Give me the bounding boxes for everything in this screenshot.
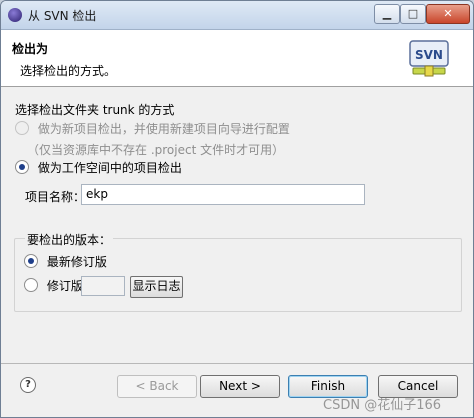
version-group <box>14 238 462 312</box>
radio-specific-revision-label[interactable]: 修订版 <box>47 279 83 293</box>
radio-specific-revision[interactable]: 修订版 <box>24 278 83 294</box>
checkout-method-label: 选择检出文件夹 trunk 的方式 <box>15 103 175 117</box>
radio-workspace-project[interactable]: 做为工作空间中的项目检出 <box>15 160 182 176</box>
radio-latest-revision-label[interactable]: 最新修订版 <box>47 255 107 269</box>
eclipse-app-icon <box>8 8 22 22</box>
help-icon[interactable]: ? <box>20 377 36 393</box>
radio-latest-revision-button[interactable] <box>24 254 38 268</box>
watermark: CSDN @花仙子166 <box>323 398 442 413</box>
close-button[interactable]: ✕ <box>426 4 470 24</box>
svn-logo-text: SVN <box>415 48 443 62</box>
next-button[interactable]: Next > <box>200 375 280 398</box>
new-project-note: （仅当资源库中不存在 .project 文件时才可用） <box>27 143 285 157</box>
minimize-button[interactable]: ▁ <box>374 4 400 24</box>
button-bar-divider <box>1 363 473 364</box>
back-button[interactable]: < Back <box>117 375 197 398</box>
radio-new-project: 做为新项目检出，并使用新建项目向导进行配置 <box>15 121 290 137</box>
version-group-label: 要检出的版本： <box>25 231 114 248</box>
project-name-label: 项目名称： <box>25 190 86 204</box>
revision-input[interactable] <box>81 276 125 296</box>
radio-workspace-project-label[interactable]: 做为工作空间中的项目检出 <box>38 161 182 175</box>
wizard-content: 选择检出文件夹 trunk 的方式 做为新项目检出，并使用新建项目向导进行配置 … <box>1 87 473 363</box>
window-title: 从 SVN 检出 <box>28 9 97 23</box>
project-name-input[interactable]: ekp <box>81 184 365 205</box>
page-description: 选择检出的方式。 <box>20 64 117 78</box>
svn-logo-icon: SVN <box>409 40 449 77</box>
page-title: 检出为 <box>12 42 49 56</box>
show-log-button[interactable]: 显示日志 <box>130 276 183 298</box>
maximize-button[interactable]: □ <box>400 4 426 24</box>
radio-specific-revision-button[interactable] <box>24 278 38 292</box>
wizard-header: 检出为 选择检出的方式。 SVN <box>1 30 473 87</box>
radio-new-project-label: 做为新项目检出，并使用新建项目向导进行配置 <box>37 122 290 136</box>
title-bar[interactable]: 从 SVN 检出 ▁ □ ✕ <box>1 1 473 30</box>
checkout-dialog: 从 SVN 检出 ▁ □ ✕ 检出为 选择检出的方式。 SVN 选择检出文件夹 … <box>0 0 474 418</box>
radio-latest-revision[interactable]: 最新修订版 <box>24 254 107 270</box>
radio-new-project-button <box>15 121 29 135</box>
radio-workspace-project-button[interactable] <box>15 160 29 174</box>
